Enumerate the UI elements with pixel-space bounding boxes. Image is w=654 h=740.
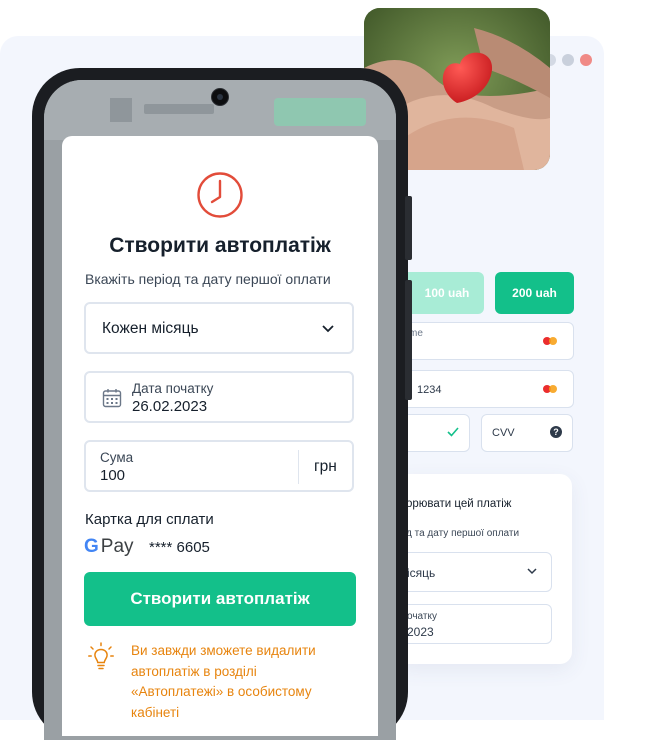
amount-100-label: 100 uah: [424, 286, 470, 300]
panel-subtitle: д та дату першої оплати: [406, 528, 520, 539]
panel-title: орювати цей платіж: [406, 498, 512, 510]
mastercard-icon: [543, 383, 561, 395]
panel-date-field[interactable]: очатку 2023: [396, 604, 552, 644]
check-icon: [447, 427, 459, 437]
amount-field[interactable]: Сума 100 грн: [84, 440, 354, 492]
panel-period-value: ісяць: [407, 566, 436, 580]
amount-label: Сума: [100, 450, 134, 465]
google-g-icon: G: [84, 536, 99, 557]
amount-200-button[interactable]: 200 uah: [495, 272, 574, 314]
window-controls: [544, 54, 592, 66]
amount-value: 100: [100, 467, 126, 484]
start-date-value: 26.02.2023: [132, 398, 208, 415]
cvv-field[interactable]: CVV ?: [481, 414, 573, 452]
panel-date-label: очатку: [407, 611, 437, 622]
card-label: Картка для сплати: [85, 511, 214, 528]
card-number-field[interactable]: 1234: [390, 370, 574, 408]
start-date-field[interactable]: Дата початку 26.02.2023: [84, 371, 354, 423]
masked-card-number: **** 6605: [149, 539, 210, 556]
gpay-text: Pay: [100, 536, 134, 557]
phone-side-button: [405, 280, 412, 400]
window-dot: [562, 54, 574, 66]
period-select[interactable]: Кожен місяць: [84, 302, 354, 354]
currency-label: грн: [314, 458, 337, 475]
logo-placeholder: [110, 98, 132, 122]
panel-date-value: 2023: [407, 625, 434, 639]
cvv-help-icon[interactable]: ?: [550, 426, 562, 438]
clock-icon: [197, 172, 243, 218]
mastercard-icon: [543, 335, 561, 347]
hint-text: Ви завжди зможете видалити автоплатіж в …: [131, 643, 316, 720]
lightbulb-icon: [88, 642, 114, 670]
cvv-label: CVV: [492, 427, 515, 439]
period-value: Кожен місяць: [102, 320, 199, 337]
window-dot: [580, 54, 592, 66]
card-number-partial: 1234: [417, 384, 442, 396]
panel-period-select[interactable]: ісяць: [396, 552, 552, 592]
cardholder-field[interactable]: me: [390, 322, 574, 360]
divider: [298, 450, 299, 484]
create-autopay-button[interactable]: Створити автоплатіж: [84, 572, 356, 626]
modal-subtitle: Вкажіть період та дату першої оплати: [85, 271, 331, 287]
chevron-down-icon: [527, 568, 537, 575]
google-pay-logo: G Pay: [84, 536, 134, 558]
front-camera: [211, 88, 229, 106]
start-date-label: Дата початку: [132, 381, 214, 396]
chevron-down-icon: [322, 325, 334, 333]
blurred-header-button: [274, 98, 366, 126]
calendar-icon[interactable]: [102, 388, 122, 408]
create-autopay-label: Створити автоплатіж: [130, 589, 310, 608]
background-autopay-panel: орювати цей платіж д та дату першої опла…: [396, 474, 572, 664]
amount-200-label: 200 uah: [512, 286, 557, 300]
modal-title: Створити автоплатіж: [109, 234, 331, 257]
